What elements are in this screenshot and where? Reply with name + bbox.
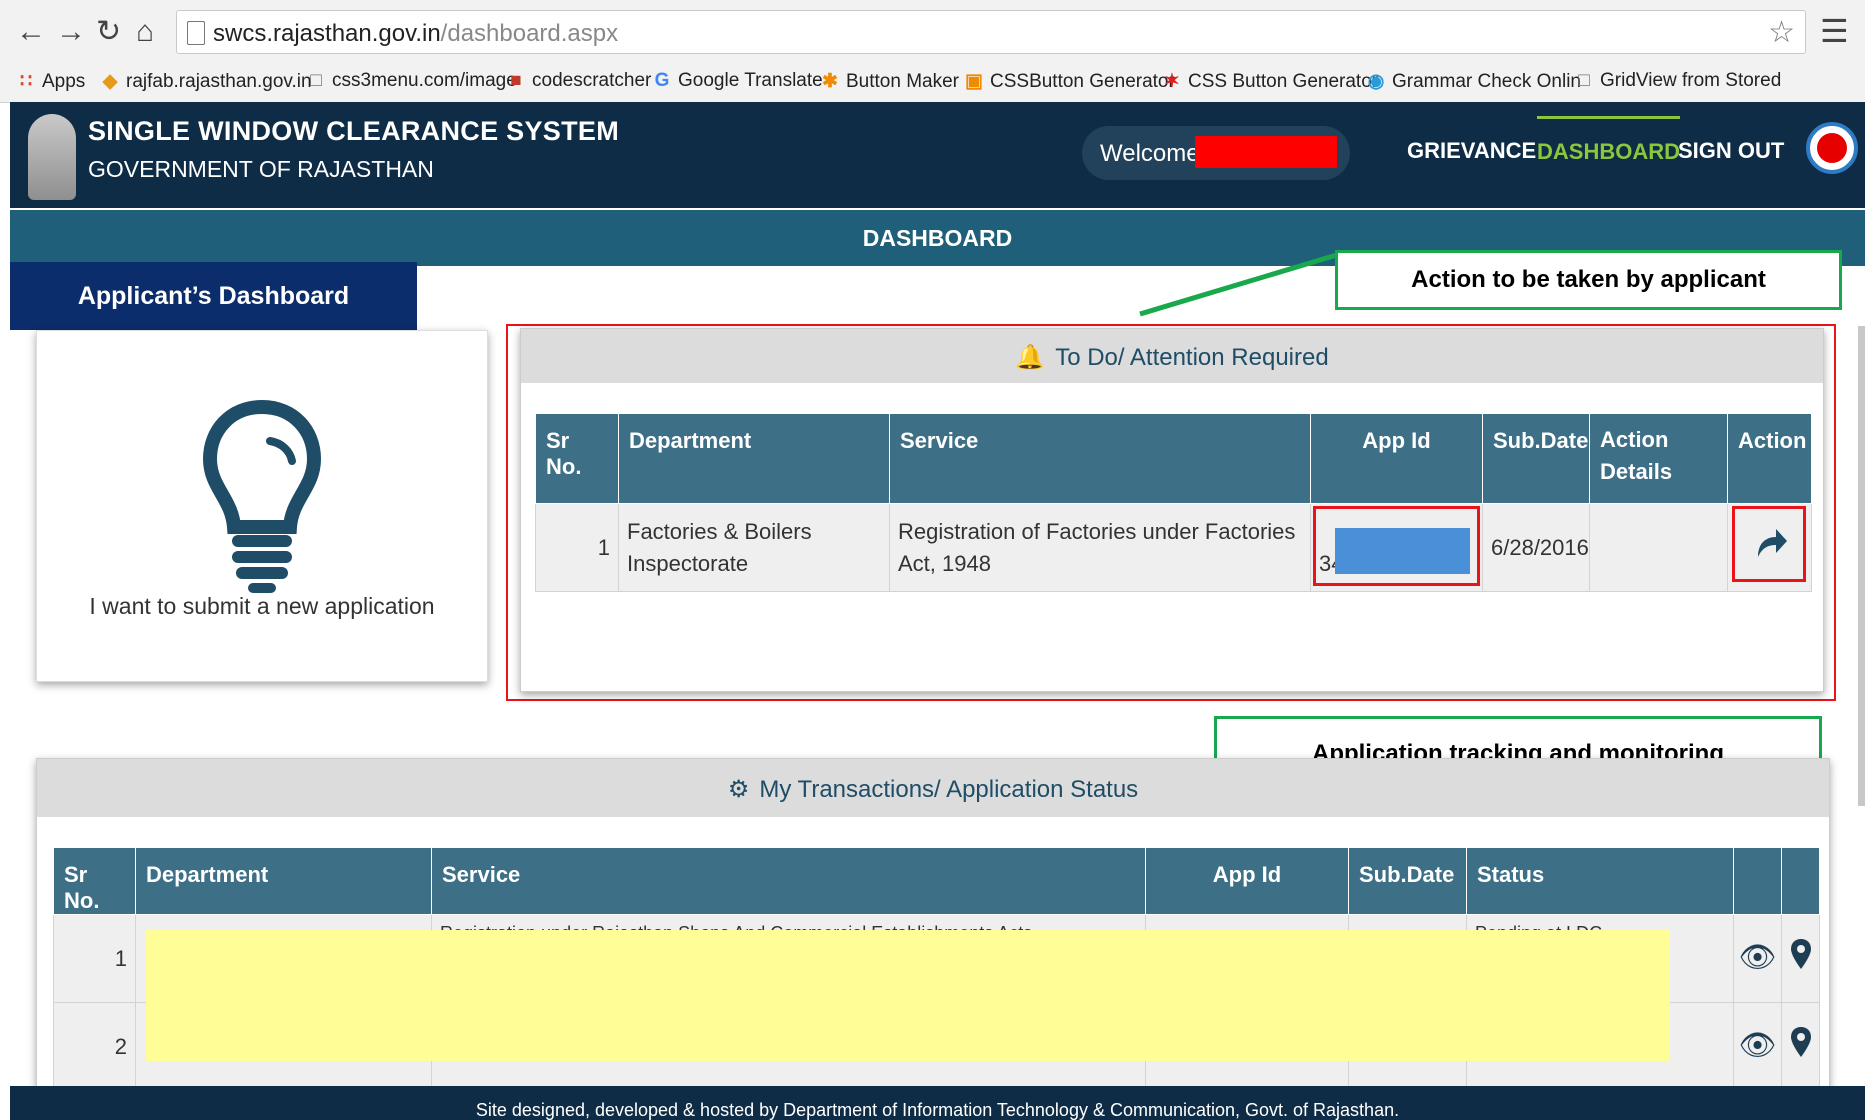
data-redaction-yellow (146, 930, 1670, 1061)
eye-icon[interactable]: 👁 (1738, 941, 1776, 974)
col-track (1781, 847, 1820, 915)
col-sub-date: Sub.Date (1482, 413, 1590, 504)
cell-track (1781, 914, 1820, 1003)
reload-icon[interactable]: ↻ (96, 12, 121, 52)
col-app-id: App Id (1145, 847, 1349, 915)
col-service: Service (431, 847, 1146, 915)
nav-dashboard[interactable]: DASHBOARD (1537, 116, 1680, 165)
page-scrollbar[interactable] (1858, 326, 1865, 806)
todo-panel: 🔔 To Do/ Attention Required Sr No. Depart… (520, 328, 1824, 692)
user-avatar[interactable] (1806, 122, 1858, 174)
new-application-text: I want to submit a new application (89, 593, 435, 619)
col-department: Department (618, 413, 890, 504)
lightbulb-icon (202, 399, 322, 593)
col-service: Service (889, 413, 1311, 504)
address-bar[interactable]: swcs.rajasthan.gov.in/dashboard.aspx ☆ (176, 10, 1806, 54)
bookmark-google-translate[interactable]: G Google Translate (652, 70, 823, 92)
todo-heading: 🔔 To Do/ Attention Required (521, 329, 1823, 383)
cell-sub-date: 6/28/2016 (1482, 503, 1590, 592)
cell-view: 👁 (1733, 1002, 1782, 1091)
cell-sr: 1 (535, 503, 619, 592)
page-icon: □ (310, 70, 322, 91)
bookmark-apps[interactable]: ∷ Apps (16, 70, 85, 93)
bookmark-rajfab[interactable]: ◆ rajfab.rajasthan.gov.in (100, 70, 312, 93)
app-id-highlight-frame (1313, 506, 1480, 586)
gears-icon: ⚙ (727, 776, 750, 803)
bookmark-grammar-check[interactable]: ◉ Grammar Check Onlin (1366, 70, 1581, 93)
cell-department: Factories & Boilers Inspectorate (618, 503, 890, 592)
browser-toolbar: ← → ↻ ⌂ swcs.rajasthan.gov.in/dashboard.… (0, 0, 1865, 65)
site-favicon-icon: ■ (510, 70, 522, 91)
applicant-dashboard-label: Applicant’s Dashboard (10, 262, 417, 330)
bookmark-button-maker[interactable]: ✱ Button Maker (820, 70, 959, 93)
col-action-details: Action Details (1589, 413, 1728, 504)
col-sr-no: Sr No. (535, 413, 619, 504)
page-icon: □ (1578, 70, 1590, 91)
nav-sign-out[interactable]: SIGN OUT (1678, 138, 1784, 164)
bookmark-css3menu[interactable]: □ css3menu.com/image (306, 70, 517, 92)
cell-service: Registration of Factories under Factorie… (889, 503, 1311, 592)
star-burst-icon: ✶ (1164, 71, 1180, 92)
check-circle-icon: ◉ (1367, 71, 1385, 92)
transactions-heading: ⚙ My Transactions/ Application Status (37, 759, 1829, 817)
bookmark-codescratcher[interactable]: ■ codescratcher (506, 70, 651, 92)
apps-grid-icon: ∷ (19, 71, 33, 92)
browser-menu-icon[interactable]: ☰ (1820, 12, 1849, 50)
url-text: swcs.rajasthan.gov.in/dashboard.aspx (213, 20, 619, 47)
cell-view: 👁 (1733, 914, 1782, 1003)
col-view (1733, 847, 1782, 915)
site-footer: Site designed, developed & hosted by Dep… (10, 1086, 1865, 1120)
site-title: SINGLE WINDOW CLEARANCE SYSTEM (88, 116, 620, 146)
col-status: Status (1466, 847, 1734, 915)
asterisk-icon: ✱ (822, 71, 838, 92)
eye-icon[interactable]: 👁 (1738, 1029, 1776, 1062)
back-arrow-icon[interactable]: ← (16, 12, 46, 52)
bookmarks-bar: ∷ Apps ◆ rajfab.rajasthan.gov.in □ css3menu… (0, 64, 1865, 103)
todo-table: Sr No. Department Service App Id Sub.Dat… (535, 413, 1812, 592)
table-row: 1 Factories & Boilers Inspectorate Regis… (535, 503, 1812, 592)
page-icon (187, 21, 205, 45)
bookmark-star-icon[interactable]: ☆ (1768, 15, 1795, 50)
bookmark-css-button-generator[interactable]: ✶ CSS Button Generator (1162, 70, 1378, 93)
new-application-card[interactable]: I want to submit a new application (36, 330, 488, 682)
site-subtitle: GOVERNMENT OF RAJASTHAN (88, 156, 434, 182)
col-sub-date: Sub.Date (1348, 847, 1467, 915)
cell-action-details (1589, 503, 1728, 592)
col-action: Action (1727, 413, 1812, 504)
redaction-red (1195, 136, 1337, 168)
css-icon: ▣ (965, 71, 983, 92)
site-header: SINGLE WINDOW CLEARANCE SYSTEM GOVERNMEN… (10, 102, 1865, 208)
cell-sr: 2 (53, 1002, 136, 1091)
map-pin-icon[interactable] (1790, 939, 1811, 969)
forward-arrow-icon[interactable]: → (56, 12, 86, 52)
cell-sr: 1 (53, 914, 136, 1003)
bookmark-gridview[interactable]: □ GridView from Stored (1574, 70, 1781, 92)
col-department: Department (135, 847, 432, 915)
home-icon[interactable]: ⌂ (136, 12, 154, 52)
bookmark-cssbutton-generator[interactable]: ▣ CSSButton Generator (964, 70, 1175, 93)
cell-track (1781, 1002, 1820, 1091)
col-sr-no: Sr No. (53, 847, 136, 915)
action-highlight-frame[interactable] (1732, 506, 1806, 582)
translate-icon: G (654, 70, 670, 91)
callout-action: Action to be taken by applicant (1335, 250, 1842, 310)
state-emblem-icon (28, 114, 76, 200)
col-app-id: App Id (1310, 413, 1483, 504)
map-pin-icon[interactable] (1790, 1027, 1811, 1057)
nav-grievance[interactable]: GRIEVANCE (1407, 138, 1536, 164)
bell-icon: 🔔 (1015, 344, 1046, 371)
site-favicon-icon: ◆ (102, 71, 118, 92)
